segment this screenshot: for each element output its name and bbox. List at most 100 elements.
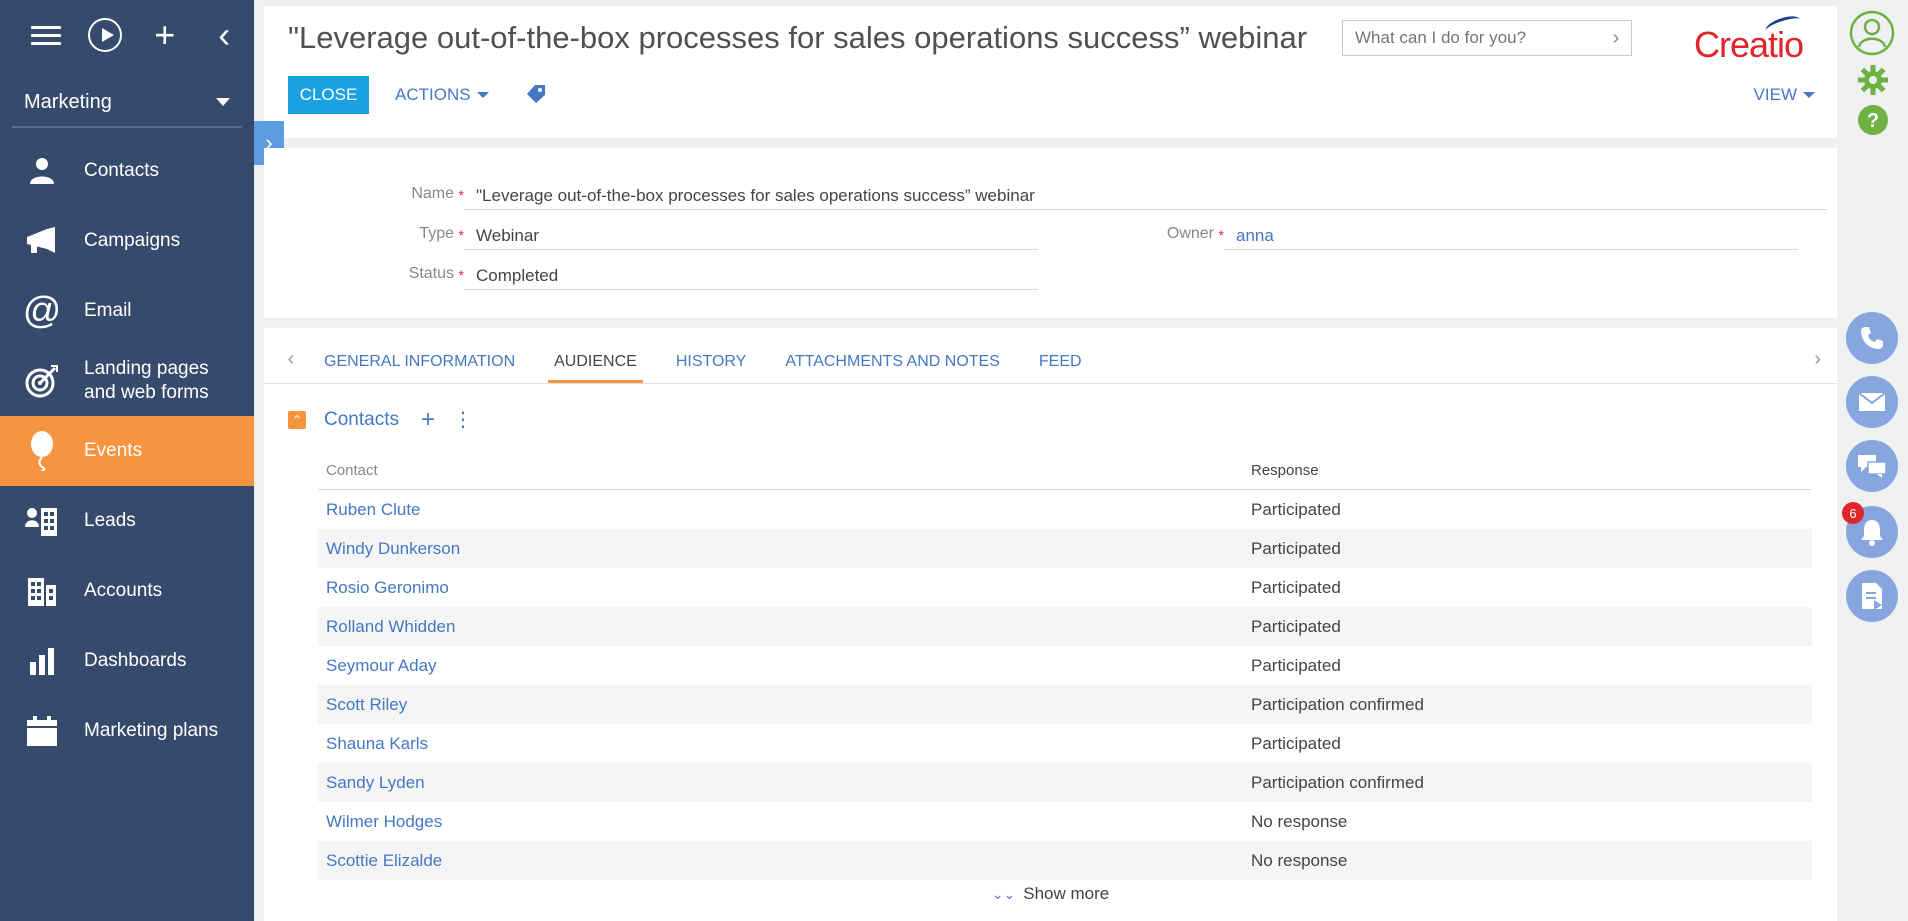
required-mark: * [458,267,464,283]
table-row[interactable]: Ruben Clute Participated [318,490,1812,529]
table-row[interactable]: Sandy Lyden Participation confirmed [318,763,1812,802]
sidebar-item-label: Accounts [84,580,163,601]
sidebar-nav: Contacts Campaigns @ Email Landing pages… [0,136,254,766]
add-icon[interactable]: + [421,408,435,432]
tab-bar: ‹ GENERAL INFORMATION AUDIENCE HISTORY A… [264,328,1837,384]
help-icon[interactable]: ? [1857,104,1889,141]
actions-label: ACTIONS [395,85,471,104]
sidebar-item-label: Leads [84,510,136,531]
owner-input[interactable]: anna [1224,214,1798,250]
document-icon[interactable] [1846,570,1898,622]
field-label: Status [408,265,454,282]
column-header-contact[interactable]: Contact [318,462,1243,479]
show-more-label: Show more [1023,884,1110,903]
tab-audience[interactable]: AUDIENCE [548,353,643,383]
sidebar-item-events[interactable]: Events [0,416,254,486]
chevron-down-icon [476,92,489,98]
collapse-sidebar-icon[interactable]: ‹ [195,0,255,70]
table-row[interactable]: Windy Dunkerson Participated [318,529,1812,568]
table-row[interactable]: Scott Riley Participation confirmed [318,685,1812,724]
chevron-left-icon[interactable]: ‹ [264,348,318,383]
sidebar-item-email[interactable]: @ Email [0,276,254,346]
required-mark: * [458,187,464,203]
table-row[interactable]: Rosio Geronimo Participated [318,568,1812,607]
type-field: Type * Webinar [264,214,1038,250]
menu-icon[interactable] [16,0,76,70]
contact-link[interactable]: Scott Riley [318,695,1243,715]
contact-link[interactable]: Rosio Geronimo [318,578,1243,598]
view-label: VIEW [1753,85,1797,104]
tag-icon[interactable] [526,84,546,109]
sidebar-item-label: Dashboards [84,650,187,671]
contact-link[interactable]: Wilmer Hodges [318,812,1243,832]
notification-count-badge: 6 [1842,502,1864,524]
grid-header: Contact Response [318,462,1812,490]
sidebar-item-label: Landing pages and web forms [84,358,209,403]
show-more-button[interactable]: ⌄⌄ Show more [264,884,1837,904]
contact-link[interactable]: Seymour Aday [318,656,1243,676]
column-header-response[interactable]: Response [1243,462,1812,479]
communication-panel: ? 6 [1837,0,1908,921]
workplace-selector[interactable]: Marketing [12,78,242,128]
building-icon [0,575,84,607]
more-options-icon[interactable]: ⋮ [453,410,473,430]
sidebar-item-campaigns[interactable]: Campaigns [0,206,254,276]
tab-attachments-and-notes[interactable]: ATTACHMENTS AND NOTES [779,353,1006,383]
response-cell: Participated [1251,577,1341,597]
sidebar-item-dashboards[interactable]: Dashboards [0,626,254,696]
phone-icon[interactable] [1846,312,1898,364]
contact-link[interactable]: Ruben Clute [318,500,1243,520]
add-icon[interactable]: + [135,0,195,70]
status-input[interactable]: Completed [464,254,1038,290]
user-profile-icon[interactable] [1849,10,1895,61]
close-button[interactable]: CLOSE [288,76,369,114]
contacts-group-header: ⌃ Contacts + ⋮ [288,408,473,432]
tab-general-information[interactable]: GENERAL INFORMATION [318,353,521,383]
contact-link[interactable]: Sandy Lyden [318,773,1243,793]
response-cell: Participation confirmed [1251,694,1424,714]
sidebar-item-contacts[interactable]: Contacts [0,136,254,206]
sidebar-item-label: Campaigns [84,230,181,251]
left-sidebar: + ‹ Marketing Contacts Campaigns @ Email [0,0,254,921]
tab-feed[interactable]: FEED [1033,353,1088,383]
table-row[interactable]: Shauna Karls Participated [318,724,1812,763]
sidebar-item-landing-pages[interactable]: Landing pages and web forms [0,346,254,416]
double-chevron-down-icon: ⌄⌄ [991,886,1016,902]
gear-icon[interactable] [1857,64,1889,101]
sidebar-item-marketing-plans[interactable]: Marketing plans [0,696,254,766]
actions-button[interactable]: ACTIONS [395,76,489,114]
owner-field: Owner * anna [1024,214,1798,250]
status-field: Status * Completed [264,254,1038,290]
sidebar-item-leads[interactable]: Leads [0,486,254,556]
table-row[interactable]: Wilmer Hodges No response [318,802,1812,841]
sidebar-item-label: Email [84,300,132,321]
collapse-group-icon[interactable]: ⌃ [288,411,306,429]
run-process-icon[interactable] [76,0,136,70]
email-icon[interactable] [1846,376,1898,428]
chevron-right-icon[interactable]: › [1814,348,1821,371]
required-mark: * [1218,227,1224,243]
required-mark: * [458,227,464,243]
contact-link[interactable]: Shauna Karls [318,734,1243,754]
response-cell: No response [1251,850,1348,870]
type-input[interactable]: Webinar [464,214,1038,250]
table-row[interactable]: Seymour Aday Participated [318,646,1812,685]
command-line[interactable]: › [1342,20,1632,56]
contact-link[interactable]: Scottie Elizalde [318,851,1243,871]
sidebar-toolbar: + ‹ [0,0,254,70]
response-cell: Participation confirmed [1251,772,1424,792]
tab-history[interactable]: HISTORY [670,353,753,383]
name-input[interactable]: "Leverage out-of-the-box processes for s… [464,174,1827,210]
person-icon [0,156,84,186]
contact-link[interactable]: Windy Dunkerson [318,539,1243,559]
chevron-right-icon[interactable]: › [1601,27,1631,50]
contact-link[interactable]: Rolland Whidden [318,617,1243,637]
sidebar-item-accounts[interactable]: Accounts [0,556,254,626]
command-input[interactable] [1355,28,1601,48]
group-title[interactable]: Contacts [324,409,399,431]
target-icon [0,364,84,398]
view-button[interactable]: VIEW [1754,76,1815,114]
chat-icon[interactable] [1846,440,1898,492]
table-row[interactable]: Scottie Elizalde No response [318,841,1812,880]
table-row[interactable]: Rolland Whidden Participated [318,607,1812,646]
